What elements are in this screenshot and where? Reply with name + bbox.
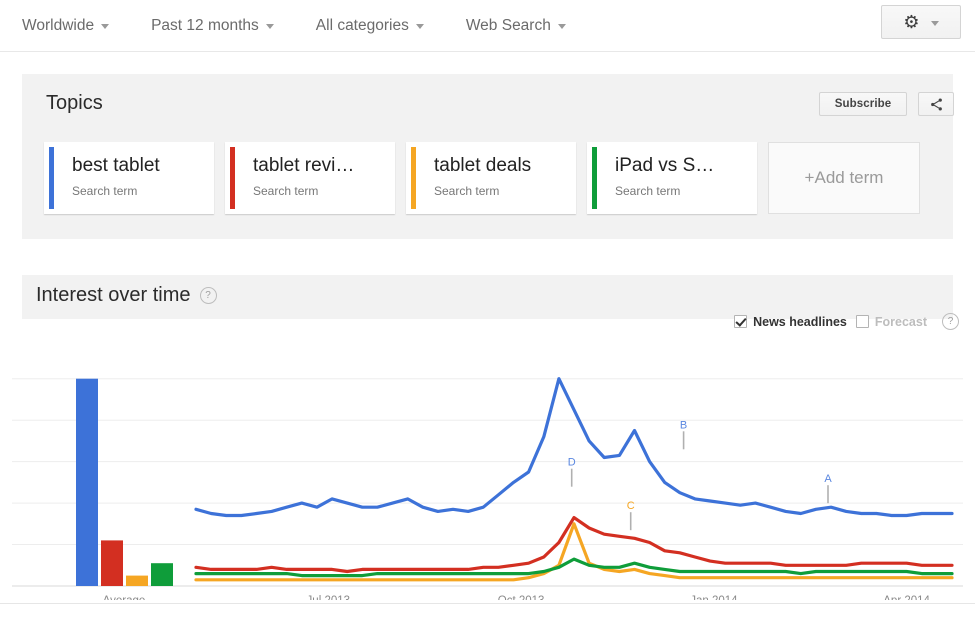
annotation-marker[interactable]: B (680, 419, 687, 431)
topics-title: Topics (46, 92, 103, 114)
filter-group: Worldwide Past 12 months All categories … (14, 13, 600, 39)
chevron-down-icon (557, 24, 566, 29)
average-bar (126, 575, 148, 586)
interest-over-time-title: Interest over time? (36, 284, 217, 307)
term-card[interactable]: best tablet Search term (44, 142, 214, 214)
filter-search-type-label: Web Search (465, 16, 551, 34)
term-color-bar (230, 147, 235, 209)
term-label: tablet revi… (253, 155, 355, 176)
term-label: best tablet (72, 155, 160, 176)
filter-category[interactable]: All categories (308, 13, 442, 39)
share-button[interactable] (918, 92, 954, 116)
gear-icon: ⚙ (903, 12, 920, 32)
chevron-down-icon (415, 24, 424, 29)
filter-search-type[interactable]: Web Search (458, 13, 584, 39)
term-color-bar (592, 147, 597, 209)
forecast-label: Forecast (874, 314, 927, 329)
add-term-button[interactable]: +Add term (768, 142, 920, 214)
average-axis-label: Average (103, 595, 146, 600)
term-type-label: Search term (615, 184, 681, 198)
x-axis-tick-label: Jul 2013 (307, 595, 350, 600)
series-line (194, 557, 954, 578)
chart-canvas: Average Jul 2013 Oct 2013 Jan 2014 Apr 2014 A… (12, 377, 963, 600)
help-circle-icon[interactable]: ? (942, 313, 959, 330)
term-type-label: Search term (72, 184, 138, 198)
term-card[interactable]: tablet deals Search term (406, 142, 576, 214)
checkbox-unchecked-icon (855, 315, 869, 328)
term-type-label: Search term (253, 184, 319, 198)
term-label: tablet deals (434, 155, 532, 176)
chart-options: News headlines Forecast ? (734, 313, 959, 330)
annotation-marker[interactable]: C (627, 500, 635, 512)
share-icon (930, 98, 942, 110)
filter-toolbar: Worldwide Past 12 months All categories … (0, 0, 975, 52)
term-label: iPad vs S… (615, 155, 715, 176)
news-headlines-toggle[interactable]: News headlines (734, 315, 847, 329)
x-axis-tick-label: Jan 2014 (690, 595, 738, 600)
chevron-down-icon (265, 24, 274, 29)
settings-button[interactable]: ⚙ (881, 5, 961, 39)
average-bar (76, 378, 98, 586)
filter-location-label: Worldwide (22, 16, 95, 34)
annotation-marker[interactable]: D (568, 457, 576, 469)
annotation-marker[interactable]: A (824, 473, 832, 485)
subscribe-button[interactable]: Subscribe (819, 92, 907, 116)
average-bar (101, 540, 123, 586)
interest-over-time-chart: Average Jul 2013 Oct 2013 Jan 2014 Apr 2014 A… (0, 330, 975, 600)
x-axis-tick-label: Apr 2014 (883, 595, 930, 600)
news-headlines-label: News headlines (753, 314, 847, 329)
term-card[interactable]: iPad vs S… Search term (587, 142, 757, 214)
series-line (194, 377, 954, 518)
filter-time-range-label: Past 12 months (151, 16, 259, 34)
filter-location[interactable]: Worldwide (14, 13, 127, 39)
trends-page: Worldwide Past 12 months All categories … (0, 0, 975, 623)
checkbox-checked-icon[interactable] (734, 315, 748, 328)
chevron-down-icon (101, 24, 110, 29)
term-type-label: Search term (434, 184, 500, 198)
help-circle-icon[interactable]: ? (199, 287, 217, 304)
term-card-list: best tablet Search term tablet revi… Sea… (44, 142, 920, 214)
term-card[interactable]: tablet revi… Search term (225, 142, 395, 214)
forecast-toggle: Forecast ? (855, 313, 959, 330)
filter-category-label: All categories (315, 16, 409, 34)
average-bar (151, 563, 173, 586)
x-axis-tick-label: Oct 2013 (498, 595, 545, 600)
term-color-bar (411, 147, 416, 209)
filter-time-range[interactable]: Past 12 months (143, 13, 292, 39)
footer-divider (0, 603, 975, 604)
interest-over-time-title-text: Interest over time (36, 284, 191, 306)
chevron-down-icon (930, 20, 939, 26)
term-color-bar (49, 147, 54, 209)
